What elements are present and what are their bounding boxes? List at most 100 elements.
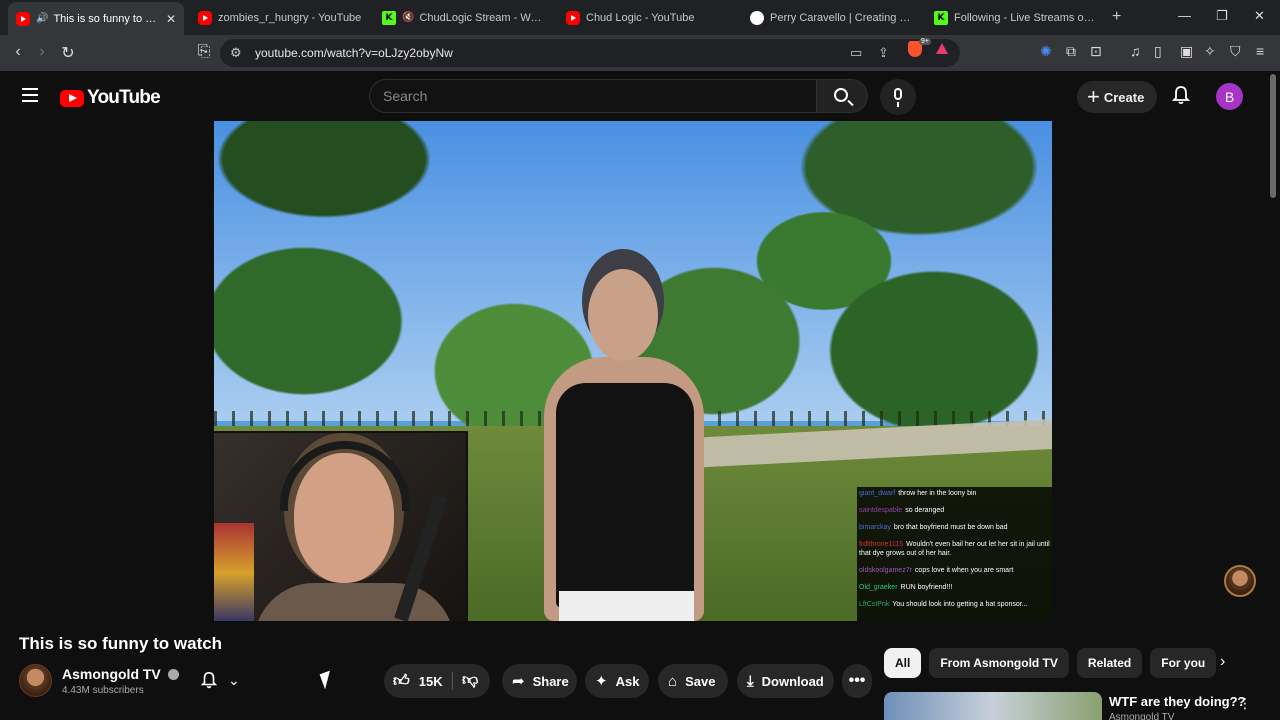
chevron-right-icon[interactable]: ›	[1220, 653, 1225, 671]
channel-name-row[interactable]: Asmongold TV	[62, 666, 179, 682]
youtube-favicon-icon	[16, 11, 30, 26]
chip-all[interactable]: All	[884, 648, 922, 678]
create-label: Create	[1103, 89, 1145, 105]
speaker-icon[interactable]: 🔊	[36, 13, 48, 24]
close-tab-icon[interactable]: ✕	[166, 12, 176, 26]
recommended-video-title[interactable]: WTF are they doing??	[1109, 694, 1246, 709]
voice-search-button[interactable]	[880, 79, 916, 115]
cast-icon[interactable]: ▭	[850, 45, 862, 61]
tab-title: zombies_r_hungry - YouTube	[218, 11, 362, 24]
ask-button[interactable]: ✦ Ask	[585, 664, 649, 698]
menu-icon[interactable]: ≡	[1256, 43, 1264, 59]
tab-title: Chud Logic - YouTube	[586, 11, 695, 24]
video-player[interactable]: giant_dwarf throw her in the loony bin sa…	[214, 121, 1052, 621]
dislike-icon[interactable]: 👎︎	[462, 671, 478, 690]
chat-username: saintdespable	[859, 507, 903, 514]
notifications-icon[interactable]	[1172, 85, 1190, 105]
url-text[interactable]: youtube.com/watch?v=oLJzy2obyNw	[255, 46, 453, 60]
vpn-icon[interactable]: ⛉	[1230, 43, 1241, 60]
guide-menu-icon[interactable]	[22, 88, 38, 102]
chat-text: You should look into getting a hat spons…	[892, 600, 1028, 608]
sparkle-icon: ✦	[595, 673, 608, 690]
bookmark-icon[interactable]: ⎘	[194, 43, 214, 61]
chip-for-you[interactable]: For you	[1150, 648, 1217, 678]
download-button[interactable]: ⤓ Download	[737, 664, 834, 698]
chat-username: LftCstPnk	[859, 600, 890, 608]
page-scrollbar[interactable]	[1270, 74, 1276, 198]
reload-icon[interactable]: ↻	[58, 43, 78, 63]
chat-message: oldskoolgamez7r cops love it when you are…	[859, 567, 1050, 576]
new-tab-icon[interactable]: +	[1112, 8, 1121, 26]
chat-text: bro that boyfriend must be down bad	[893, 524, 1008, 531]
close-window-icon[interactable]: ✕	[1254, 8, 1265, 24]
ask-label: Ask	[615, 673, 640, 689]
chat-message: saintdespable so deranged	[859, 507, 1050, 516]
forward-icon[interactable]: ›	[32, 43, 52, 61]
browser-tab-active[interactable]: 🔊 This is so funny to watch ✕	[8, 2, 184, 35]
shields-badge: 9+	[919, 38, 931, 45]
browser-tab[interactable]: K Following - Live Streams on Kick	[926, 4, 1106, 31]
chevron-down-icon[interactable]: ⌄	[228, 672, 240, 689]
video-frame-person-head	[588, 269, 658, 361]
video-frame-person-top	[556, 383, 694, 608]
media-icon[interactable]: ♫	[1130, 43, 1141, 59]
recommended-video-channel[interactable]: Asmongold TV	[1109, 712, 1174, 720]
browser-tab[interactable]: Perry Caravello | Creating Come	[742, 4, 922, 31]
save-button[interactable]: ⌂ Save	[658, 664, 728, 698]
brave-rewards-icon[interactable]	[936, 43, 948, 54]
stream-chat-overlay: giant_dwarf throw her in the loony bin sa…	[857, 487, 1052, 621]
extensions-puzzle-icon[interactable]: ⧉	[1066, 43, 1076, 60]
extension-icon[interactable]: ✺	[1040, 43, 1052, 60]
youtube-play-icon	[60, 89, 84, 107]
chip-related[interactable]: Related	[1076, 648, 1143, 678]
tab-title: Perry Caravello | Creating Come	[770, 11, 914, 24]
chat-text: RUN boyfriend!!!	[900, 583, 953, 591]
share-button[interactable]: ➦ Share	[502, 664, 577, 698]
browser-tab[interactable]: K 🔇 ChudLogic Stream - Watch L	[374, 4, 554, 31]
webcam-headset	[280, 441, 410, 511]
search-button[interactable]	[816, 79, 868, 113]
chat-text: so deranged	[905, 507, 945, 514]
chat-message: bimarckay bro that boyfriend must be down…	[859, 524, 1050, 533]
search-input[interactable]	[370, 80, 816, 112]
restore-icon[interactable]: ❐	[1216, 8, 1228, 24]
sidebar-icon[interactable]: ▯	[1154, 43, 1162, 60]
account-avatar[interactable]: B	[1216, 83, 1243, 110]
channel-avatar[interactable]	[19, 664, 52, 697]
like-icon[interactable]: 👍︎	[393, 672, 410, 691]
browser-tab[interactable]: zombies_r_hungry - YouTube	[190, 4, 370, 31]
site-info-icon[interactable]: ⚙	[230, 45, 242, 61]
leo-ai-icon[interactable]: ✧	[1204, 43, 1216, 60]
screenshot-icon[interactable]: ⊡	[1090, 43, 1102, 60]
more-actions-button[interactable]: •••	[842, 664, 872, 698]
recommended-video-thumbnail[interactable]	[884, 692, 1102, 720]
wallet-icon[interactable]: ▣	[1180, 43, 1193, 60]
back-icon[interactable]: ‹	[8, 43, 28, 61]
chat-username: giant_dwarf	[859, 490, 896, 497]
verified-icon	[167, 668, 179, 680]
download-label: Download	[761, 673, 824, 689]
channel-name[interactable]: Asmongold TV	[62, 666, 161, 682]
chat-text: throw her in the loony bin	[898, 490, 977, 497]
create-button[interactable]: + Create	[1077, 81, 1157, 113]
subscriber-count: 4.43M subscribers	[62, 685, 144, 696]
address-bar[interactable]: ⚙ youtube.com/watch?v=oLJzy2obyNw ▭ ⇪	[220, 39, 960, 67]
muted-icon[interactable]: 🔇	[402, 12, 414, 23]
more-vertical-icon[interactable]: ⋮	[1238, 695, 1252, 712]
youtube-favicon-icon	[566, 10, 580, 25]
plus-icon: +	[1087, 84, 1100, 109]
like-count[interactable]: 15K	[419, 674, 443, 689]
chip-from-channel[interactable]: From Asmongold TV	[929, 648, 1069, 678]
youtube-logo[interactable]: YouTube	[60, 87, 161, 109]
minimize-icon[interactable]: —	[1178, 8, 1191, 23]
share-page-icon[interactable]: ⇪	[878, 45, 889, 61]
patreon-favicon-icon	[750, 10, 764, 25]
browser-toolbar: ‹ › ↻ ⎘ ⚙ youtube.com/watch?v=oLJzy2obyN…	[0, 35, 1280, 71]
subscription-bell-icon[interactable]	[200, 671, 218, 689]
floating-channel-avatar[interactable]	[1224, 565, 1256, 597]
chat-message: Old_graeker RUN boyfriend!!!	[859, 584, 1050, 593]
share-icon: ➦	[512, 673, 525, 690]
chat-username: oldskoolgamez7r	[859, 566, 912, 574]
browser-tab[interactable]: Chud Logic - YouTube	[558, 4, 738, 31]
streamer-webcam-overlay	[214, 431, 468, 621]
